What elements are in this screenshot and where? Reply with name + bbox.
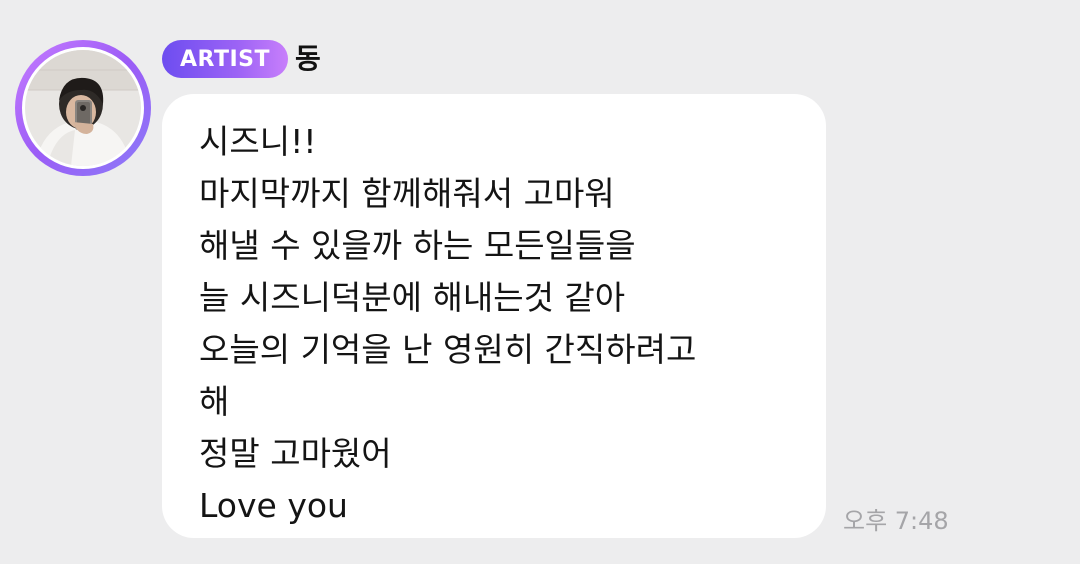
sender-name[interactable]: 동: [295, 40, 321, 78]
message-line: 해: [199, 382, 230, 421]
message-line: Love you: [199, 486, 348, 525]
message-line: 늘 시즈니덕분에 해내는것 같아: [199, 278, 626, 317]
avatar[interactable]: [22, 47, 144, 169]
message-line: 시즈니!!: [199, 122, 317, 161]
message-line: 마지막까지 함께해줘서 고마워: [199, 174, 615, 213]
message-line: 오늘의 기억을 난 영원히 간직하려고: [199, 330, 697, 369]
artist-badge: ARTIST: [162, 40, 288, 78]
profile-photo-icon: [25, 50, 141, 166]
message-line: 정말 고마웠어: [199, 434, 392, 473]
message-bubble[interactable]: 시즈니!! 마지막까지 함께해줘서 고마워 해낼 수 있을까 하는 모든일들을 …: [162, 94, 826, 538]
message-timestamp: 오후 7:48: [843, 507, 949, 535]
message-line: 해낼 수 있을까 하는 모든일들을: [199, 226, 636, 265]
